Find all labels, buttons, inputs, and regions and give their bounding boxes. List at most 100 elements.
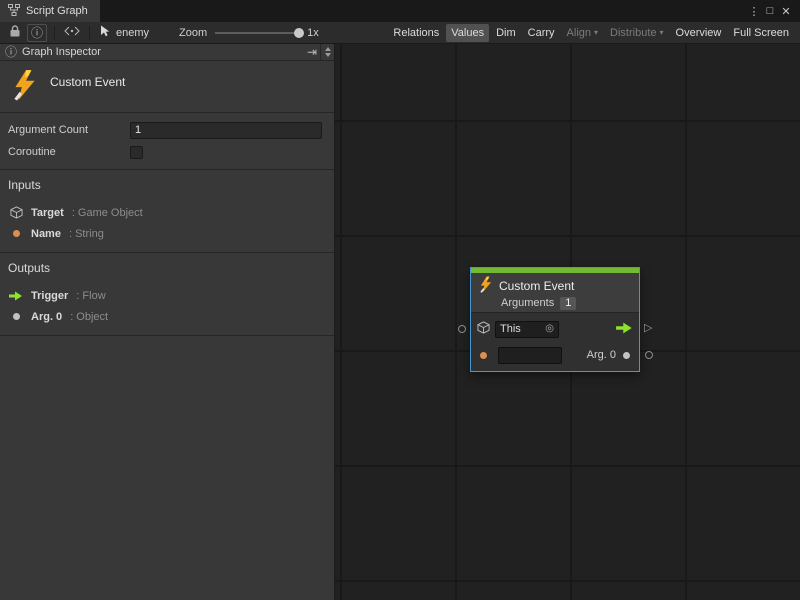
inspector-title: Graph Inspector: [22, 46, 101, 58]
toolbar-separator: [89, 26, 90, 40]
node-header: Custom Event Arguments 1: [471, 273, 639, 313]
zoom-value: 1x: [307, 27, 319, 39]
window-controls: ⋮ □ ✕: [746, 0, 800, 22]
unit-title: Custom Event: [50, 75, 125, 89]
inputs-section: Inputs Target : Game Object Name : Strin…: [0, 170, 334, 253]
node-arguments-count: 1: [560, 297, 576, 310]
distribute-label: Distribute: [610, 27, 656, 39]
window-titlebar: Script Graph ⋮ □ ✕: [0, 0, 800, 22]
string-port-icon: [9, 230, 23, 237]
target-field-value: This: [500, 323, 521, 335]
target-picker-icon[interactable]: ◎: [545, 324, 554, 334]
values-label: Values: [451, 27, 484, 39]
trigger-port-arrow-icon[interactable]: [616, 322, 633, 337]
code-icon: [64, 26, 80, 39]
event-name-input[interactable]: [498, 347, 562, 364]
coroutine-label: Coroutine: [8, 146, 130, 158]
dock-icon[interactable]: ⇥: [307, 46, 317, 58]
align-label: Align: [567, 27, 591, 39]
port-type: : Flow: [76, 290, 105, 302]
custom-event-icon: [479, 276, 493, 296]
info-icon: ⓘ: [31, 27, 43, 39]
coroutine-row: Coroutine: [8, 141, 322, 163]
dropdown-arrow-icon: ▾: [660, 29, 664, 37]
overview-button[interactable]: Overview: [671, 24, 727, 42]
align-button[interactable]: Align ▾: [562, 24, 603, 42]
custom-event-icon: [12, 69, 38, 104]
unit-header: Custom Event: [0, 61, 334, 113]
input-row-name: Name : String: [8, 223, 326, 244]
toolbar-separator: [54, 26, 55, 40]
target-port-row: This ◎: [477, 319, 633, 339]
values-button[interactable]: Values: [446, 24, 489, 42]
name-port-dot[interactable]: [480, 352, 487, 359]
node-arguments-label: Arguments: [501, 297, 554, 309]
inspector-toggle-button[interactable]: ⓘ: [27, 24, 47, 42]
coroutine-checkbox[interactable]: [130, 146, 143, 159]
dim-button[interactable]: Dim: [491, 24, 521, 42]
port-name: Target: [31, 207, 64, 219]
port-name: Arg. 0: [31, 311, 62, 323]
fullscreen-button[interactable]: Full Screen: [728, 24, 794, 42]
graph-inspector-panel: ⓘ Graph Inspector ⇥ Custom Event: [0, 44, 335, 600]
toolbar-buttons: Relations Values Dim Carry Align ▾ Distr…: [388, 24, 796, 42]
fullscreen-label: Full Screen: [733, 27, 789, 39]
unity-script-graph-window: Script Graph ⋮ □ ✕ ⓘ: [0, 0, 800, 600]
inspector-info-icon: ⓘ: [5, 46, 17, 58]
cube-icon: [477, 321, 490, 337]
output-row-trigger: Trigger : Flow: [8, 285, 326, 306]
name-port-row: Arg. 0: [477, 345, 633, 365]
lock-button[interactable]: [5, 24, 25, 42]
inputs-header: Inputs: [8, 178, 326, 192]
tab-title: Script Graph: [26, 5, 88, 17]
scrub-down-icon: [325, 53, 331, 57]
port-type: : Object: [70, 311, 108, 323]
script-graph-icon: [8, 4, 20, 19]
argument-count-input[interactable]: [130, 122, 322, 139]
port-name: Name: [31, 228, 61, 240]
graph-name: enemy: [116, 27, 149, 39]
port-name: Trigger: [31, 290, 68, 302]
target-field[interactable]: This ◎: [495, 321, 559, 338]
flow-arrow-icon: [9, 291, 23, 301]
overview-label: Overview: [676, 27, 722, 39]
port-type: : Game Object: [72, 207, 143, 219]
graph-canvas[interactable]: Custom Event Arguments 1 This: [335, 44, 800, 600]
arg0-outer-port[interactable]: [645, 351, 653, 359]
window-menu-icon[interactable]: ⋮: [746, 5, 762, 18]
relations-button[interactable]: Relations: [388, 24, 444, 42]
node-title: Custom Event: [499, 279, 574, 293]
lock-icon: [10, 25, 20, 40]
outputs-header: Outputs: [8, 261, 326, 275]
dropdown-arrow-icon: ▾: [594, 29, 598, 37]
target-outer-port[interactable]: [458, 325, 466, 333]
object-port-icon: [9, 313, 23, 320]
panel-scrubber[interactable]: [320, 44, 334, 60]
carry-label: Carry: [528, 27, 555, 39]
argument-count-label: Argument Count: [8, 124, 130, 136]
output-row-arg0: Arg. 0 : Object: [8, 306, 326, 327]
distribute-button[interactable]: Distribute ▾: [605, 24, 668, 42]
dim-label: Dim: [496, 27, 516, 39]
edit-script-button[interactable]: [62, 24, 82, 42]
maximize-icon[interactable]: □: [762, 5, 778, 17]
arg0-label: Arg. 0: [587, 349, 616, 361]
inspector-header: ⓘ Graph Inspector ⇥: [0, 44, 334, 61]
port-type: : String: [69, 228, 104, 240]
relations-label: Relations: [393, 27, 439, 39]
arg0-port-dot[interactable]: [623, 352, 630, 359]
close-icon[interactable]: ✕: [778, 5, 794, 18]
cube-icon: [9, 206, 23, 219]
outputs-section: Outputs Trigger : Flow Arg. 0 : Object: [0, 253, 334, 336]
zoom-knob[interactable]: [294, 28, 304, 38]
graph-breadcrumb[interactable]: enemy: [100, 25, 149, 40]
zoom-slider[interactable]: [215, 32, 299, 34]
tab-script-graph[interactable]: Script Graph: [0, 0, 100, 22]
scrub-up-icon: [325, 47, 331, 51]
node-body: This ◎ Arg. 0: [471, 313, 639, 365]
zoom-label: Zoom: [179, 27, 207, 39]
trigger-outer-port[interactable]: ▷: [644, 322, 652, 334]
custom-event-node[interactable]: Custom Event Arguments 1 This: [470, 267, 640, 372]
carry-button[interactable]: Carry: [523, 24, 560, 42]
input-row-target: Target : Game Object: [8, 202, 326, 223]
